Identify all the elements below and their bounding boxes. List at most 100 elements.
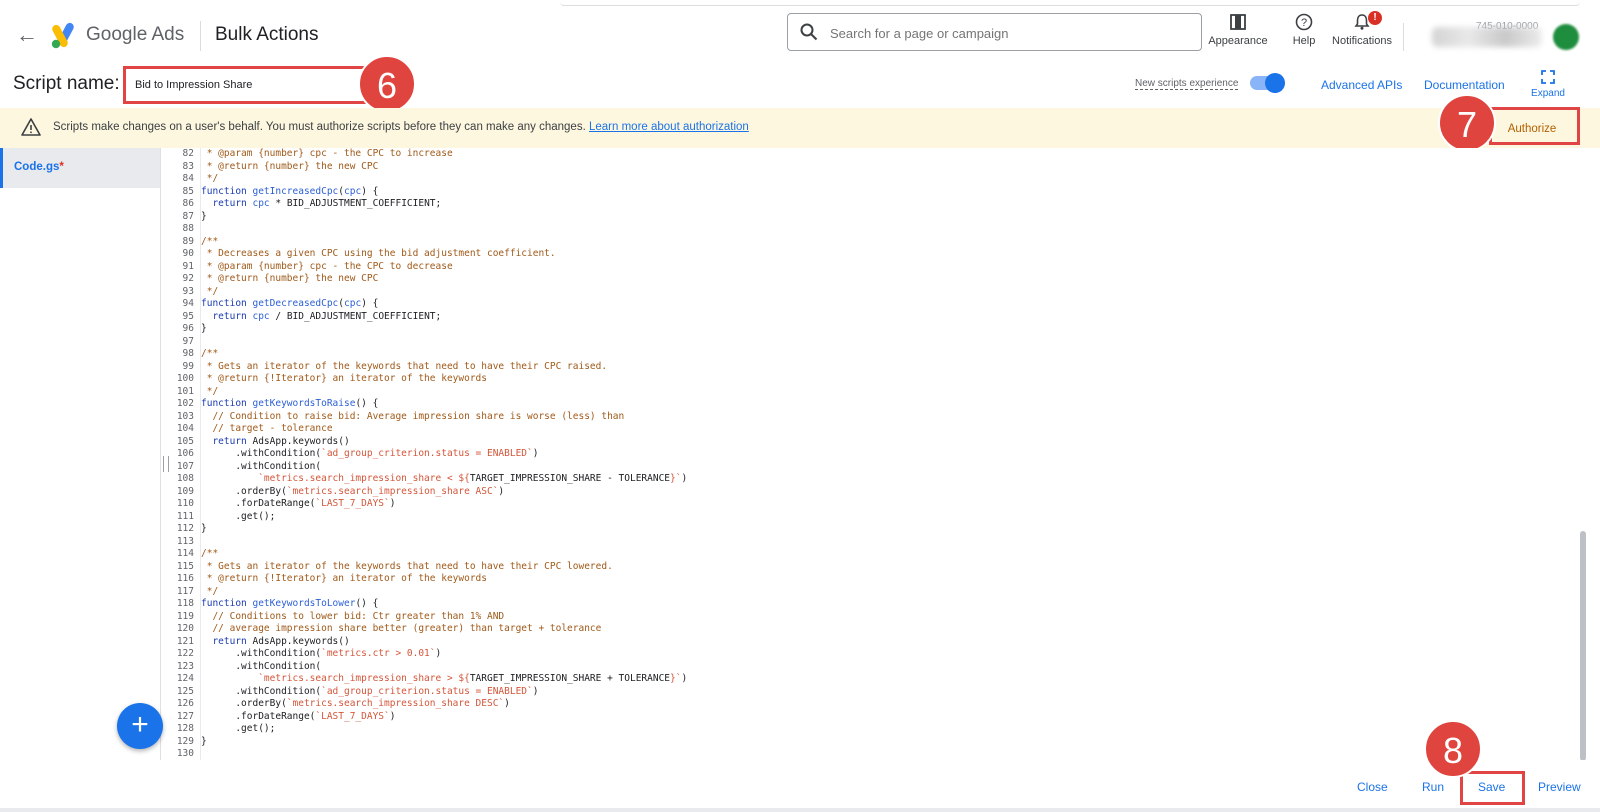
code-line: 130 bbox=[172, 748, 687, 760]
line-number: 92 bbox=[182, 273, 194, 284]
line-number: 99 bbox=[182, 360, 194, 372]
code-token: // target - tolerance bbox=[201, 423, 333, 434]
advanced-apis-link[interactable]: Advanced APIs bbox=[1321, 78, 1402, 92]
code-token: () { bbox=[355, 398, 379, 409]
code-token: .get(); bbox=[201, 723, 276, 734]
code-token: .withCondition( bbox=[201, 448, 322, 459]
code-token: `metrics.search_impression_share DESC` bbox=[286, 698, 505, 709]
warning-icon bbox=[21, 118, 41, 136]
code-line: 98 /** bbox=[172, 348, 687, 361]
code-token: .withCondition( bbox=[201, 685, 322, 697]
search-box[interactable] bbox=[787, 13, 1202, 51]
line-number: 129 bbox=[176, 735, 194, 747]
step-marker-7: 7 bbox=[1438, 94, 1496, 152]
learn-more-authorization-link[interactable]: Learn more about authorization bbox=[589, 121, 749, 133]
line-number: 101 bbox=[176, 385, 194, 397]
editor-scrollbar[interactable] bbox=[1580, 531, 1586, 761]
line-number: 130 bbox=[176, 748, 194, 759]
code-line: 84 */ bbox=[172, 173, 687, 186]
code-token: `metrics.search_impression_share < ${ bbox=[201, 473, 470, 484]
code-token: * @return {!Iterator} an iterator of the… bbox=[201, 373, 487, 384]
code-line: 94 function getDecreasedCpc(cpc) { bbox=[172, 298, 687, 311]
code-token: */ bbox=[201, 385, 219, 397]
panel-resize-handle[interactable] bbox=[163, 456, 169, 472]
code-line: 83 * @return {number} the new CPC bbox=[172, 161, 687, 174]
code-line: 115 * Gets an iterator of the keywords t… bbox=[172, 561, 687, 574]
line-number: 83 bbox=[182, 160, 194, 172]
plus-icon: + bbox=[131, 708, 149, 741]
close-button[interactable]: Close bbox=[1357, 780, 1388, 794]
code-token: cpc bbox=[344, 298, 362, 309]
preview-button[interactable]: Preview bbox=[1538, 780, 1581, 794]
code-token: ) bbox=[389, 498, 396, 509]
code-line: 111 .get(); bbox=[172, 511, 687, 524]
code-token: .get(); bbox=[201, 510, 276, 522]
code-token: getKeywordsToLower bbox=[252, 598, 356, 609]
code-line: 125 .withCondition(`ad_group_criterion.s… bbox=[172, 686, 687, 699]
run-button[interactable]: Run bbox=[1422, 780, 1444, 794]
search-input[interactable] bbox=[828, 22, 1192, 44]
appearance-button[interactable]: Appearance bbox=[1208, 13, 1268, 57]
code-line: 90 * Decreases a given CPC using the bid… bbox=[172, 248, 687, 261]
notifications-button[interactable]: ! Notifications bbox=[1330, 11, 1394, 57]
line-number: 114 bbox=[176, 548, 194, 559]
back-arrow-icon[interactable]: ← bbox=[14, 23, 40, 47]
banner-text: Scripts make changes on a user's behalf.… bbox=[53, 121, 586, 133]
code-lines: 82 * @param {number} cpc - the CPC to in… bbox=[172, 148, 687, 760]
line-number: 94 bbox=[182, 298, 194, 309]
code-line: 100 * @return {!Iterator} an iterator of… bbox=[172, 373, 687, 386]
line-number: 123 bbox=[176, 660, 194, 672]
code-line: 128 .get(); bbox=[172, 723, 687, 736]
code-token: () { bbox=[355, 598, 379, 609]
code-token: } bbox=[201, 323, 207, 334]
new-scripts-experience-toggle[interactable] bbox=[1250, 73, 1285, 93]
code-token: / BID_ADJUSTMENT_COEFFICIENT; bbox=[269, 310, 442, 322]
expand-icon bbox=[1541, 70, 1555, 84]
code-token: `ad_group_criterion.status = ENABLED` bbox=[321, 448, 533, 459]
line-number: 88 bbox=[182, 223, 194, 234]
line-number: 122 bbox=[176, 648, 194, 659]
new-scripts-experience-label: New scripts experience bbox=[1135, 78, 1239, 90]
code-token: ) { bbox=[361, 298, 379, 309]
line-number: 127 bbox=[176, 710, 194, 722]
line-number: 84 bbox=[182, 173, 194, 184]
account-info-blurred[interactable] bbox=[1432, 27, 1542, 47]
expand-button[interactable]: Expand bbox=[1528, 70, 1568, 99]
code-token: `LAST_7_DAYS` bbox=[315, 498, 390, 509]
code-line: 117 */ bbox=[172, 586, 687, 599]
notifications-badge: ! bbox=[1368, 11, 1382, 25]
code-token: */ bbox=[201, 173, 219, 184]
file-tab-code-gs[interactable]: Code.gs* bbox=[0, 148, 160, 188]
line-number: 102 bbox=[176, 398, 194, 409]
line-number: 95 bbox=[182, 310, 194, 322]
code-token: function bbox=[201, 398, 253, 409]
line-number: 125 bbox=[176, 685, 194, 697]
code-editor[interactable]: 82 * @param {number} cpc - the CPC to in… bbox=[172, 148, 1590, 760]
code-token: ) bbox=[681, 473, 688, 484]
documentation-link[interactable]: Documentation bbox=[1424, 78, 1505, 92]
avatar[interactable] bbox=[1553, 24, 1579, 50]
help-button[interactable]: ? Help bbox=[1287, 13, 1321, 57]
code-token: } bbox=[201, 210, 207, 222]
line-number: 117 bbox=[176, 585, 194, 597]
help-label: Help bbox=[1292, 35, 1316, 47]
add-file-button[interactable]: + bbox=[117, 703, 163, 749]
banner-message: Scripts make changes on a user's behalf.… bbox=[53, 121, 749, 133]
step-marker-6: 6 bbox=[358, 55, 416, 113]
code-token: * @param {number} cpc - the CPC to incre… bbox=[201, 148, 453, 159]
page-title: Bulk Actions bbox=[215, 24, 319, 45]
code-token: `ad_group_criterion.status = ENABLED` bbox=[321, 685, 533, 697]
code-line: 89 /** bbox=[172, 236, 687, 249]
code-line: 110 .forDateRange(`LAST_7_DAYS`) bbox=[172, 498, 687, 511]
code-token: ) bbox=[435, 648, 442, 659]
code-token: }` bbox=[670, 673, 682, 684]
line-number: 109 bbox=[176, 485, 194, 497]
code-token: .withCondition( bbox=[201, 460, 322, 472]
code-token: `metrics.ctr > 0.01` bbox=[321, 648, 436, 659]
code-token: function bbox=[201, 598, 253, 609]
code-line: 112} bbox=[172, 523, 687, 536]
code-token: /** bbox=[201, 235, 219, 247]
file-name: Code.gs bbox=[14, 161, 60, 173]
code-token: .forDateRange( bbox=[201, 710, 316, 722]
code-token: cpc bbox=[252, 310, 270, 322]
